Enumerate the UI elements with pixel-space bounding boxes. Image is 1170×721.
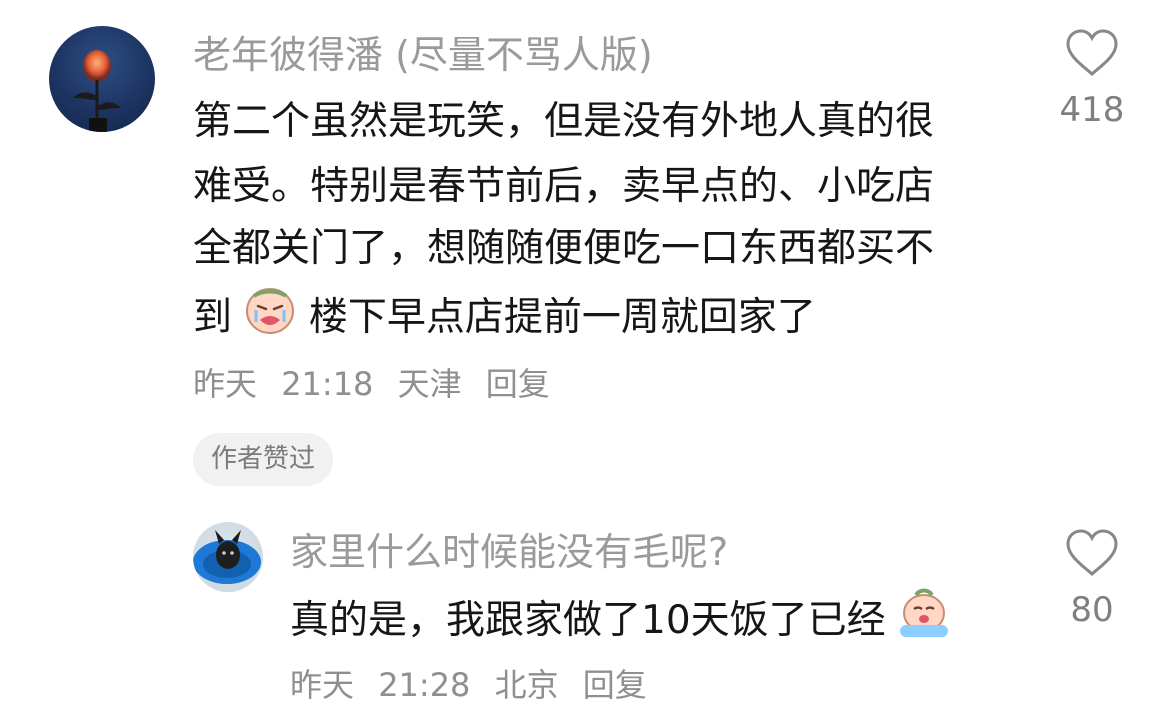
comment-meta: 昨天 21:28 北京 回复 — [290, 665, 647, 705]
like-count: 418 — [1059, 90, 1125, 130]
comment-date: 昨天 — [193, 365, 258, 403]
username[interactable]: 老年彼得潘 (尽量不骂人版) — [193, 30, 653, 80]
reply-button[interactable]: 回复 — [583, 666, 647, 704]
comment-text-line: 第二个虽然是玩笑，但是没有外地人真的很 — [193, 99, 935, 144]
reply-button[interactable]: 回复 — [486, 365, 550, 403]
comment-thread: 老年彼得潘 (尽量不骂人版) 第二个虽然是玩笑，但是没有外地人真的很 难受。特别… — [0, 0, 1170, 721]
comment-time: 21:18 — [281, 365, 374, 403]
rose-avatar-image — [73, 50, 121, 132]
comment-meta: 昨天 21:18 天津 回复 — [193, 364, 550, 404]
heart-outline-icon — [1066, 29, 1118, 77]
sobbing-face-emoji — [898, 587, 950, 657]
comment-text-line: 难受。特别是春节前后，卖早点的、小吃店 — [193, 164, 935, 209]
avatar[interactable] — [49, 26, 155, 132]
comment-text-fragment: 真的是，我跟家做了10天饭了已经 — [290, 598, 886, 643]
comment-text-line: 真的是，我跟家做了10天饭了已经 — [290, 587, 950, 657]
comment-text-line: 到 楼下早点店提前一周就回家了 — [193, 284, 816, 354]
avatar[interactable] — [193, 522, 263, 592]
comment-text-fragment: 楼下早点店提前一周就回家了 — [308, 295, 816, 340]
author-liked-badge: 作者赞过 — [193, 433, 334, 486]
crying-face-emoji — [244, 284, 296, 354]
comment-date: 昨天 — [290, 666, 355, 704]
like-count: 80 — [1070, 590, 1114, 630]
comment-text-fragment: 到 — [193, 295, 233, 340]
comment-text-line: 全都关门了，想随随便便吃一口东西都买不 — [193, 226, 935, 271]
comment-location: 天津 — [397, 365, 462, 403]
like-button[interactable]: 80 — [1052, 528, 1132, 630]
dog-avatar-image — [193, 530, 261, 584]
comment-time: 21:28 — [378, 666, 471, 704]
comment-location: 北京 — [494, 666, 559, 704]
like-button[interactable]: 418 — [1052, 28, 1132, 130]
heart-outline-icon — [1066, 529, 1118, 577]
username[interactable]: 家里什么时候能没有毛呢? — [290, 527, 728, 577]
